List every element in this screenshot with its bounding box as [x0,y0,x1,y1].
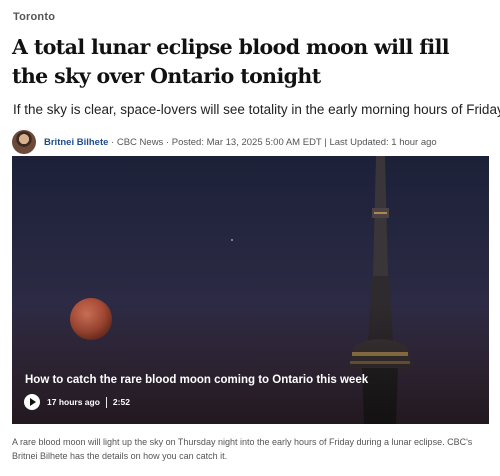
byline-separator: · [163,136,172,148]
video-title[interactable]: How to catch the rare blood moon coming … [25,374,368,386]
article-page: Toronto A total lunar eclipse blood moon… [0,0,500,476]
byline-source: CBC News [116,136,164,148]
byline-updated-separator: | [321,136,330,148]
deck: If the sky is clear, space-lovers will s… [13,102,500,117]
section-label[interactable]: Toronto [13,11,55,23]
meta-divider [105,396,107,408]
byline: Britnei Bilhete · CBC News · Posted: Mar… [12,129,437,155]
play-icon[interactable] [24,394,40,410]
byline-posted: Posted: Mar 13, 2025 5:00 AM EDT [171,136,322,148]
video-meta: 17 hours ago 2:52 [24,394,130,410]
headline: A total lunar eclipse blood moon will fi… [12,35,450,88]
author-link[interactable]: Britnei Bilhete [44,137,108,148]
video-duration: 2:52 [112,397,130,407]
video-player[interactable]: How to catch the rare blood moon coming … [12,156,489,424]
video-time-ago: 17 hours ago [47,397,100,407]
avatar[interactable] [12,130,36,154]
byline-separator: · [108,136,117,148]
byline-updated: Last Updated: 1 hour ago [329,136,437,148]
video-description: A rare blood moon will light up the sky … [12,437,473,461]
